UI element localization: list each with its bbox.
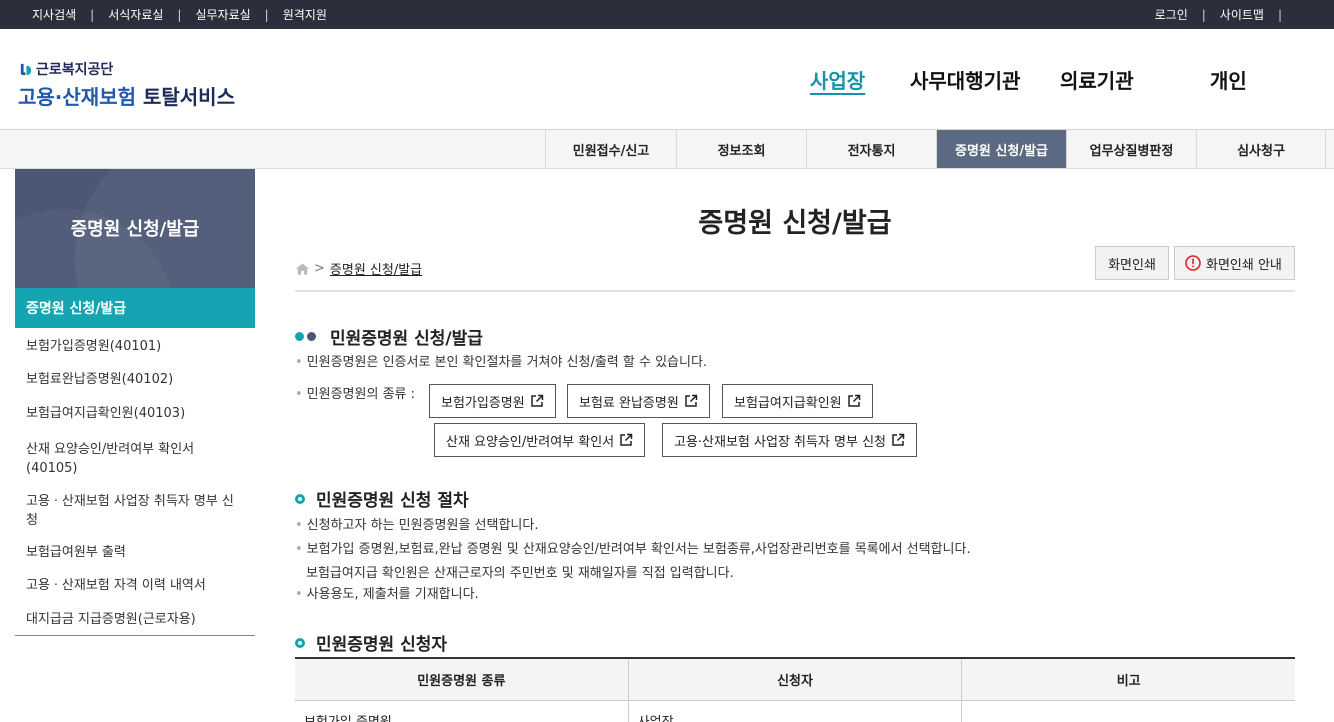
ring-bullet-icon — [295, 637, 305, 648]
lnb-item-qualification-history[interactable]: 고용ㆍ산재보험 자격 이력 내역서 — [15, 568, 255, 602]
btn-insurance-join-cert[interactable]: 보험가입증명원 — [429, 384, 556, 418]
btn-premium-paid-cert-label: 보험료 완납증명원 — [579, 395, 679, 411]
table-cell-applicant: 사업장 — [629, 701, 963, 722]
breadcrumb: > 증명원 신청/발급 — [295, 259, 422, 278]
section-title-procedure-text: 민원증명원 신청 절차 — [316, 491, 469, 511]
alert-circle-icon — [1185, 255, 1201, 271]
table-cell-cert-type: 보험가입 증명원 — [295, 701, 629, 722]
sub-menu-bar: 민원접수/신고 정보조회 전자통지 증명원 신청/발급 업무상질병판정 심사청구 — [0, 130, 1334, 169]
section-title-procedure: 민원증명원 신청 절차 — [295, 486, 469, 511]
btn-acquirer-register[interactable]: 고용·산재보험 사업장 취득자 명부 신청 — [662, 423, 918, 457]
tab-civil-report[interactable]: 민원접수/신고 — [545, 130, 676, 168]
tab-review-request[interactable]: 심사청구 — [1196, 130, 1326, 168]
section-title-request-text: 민원증명원 신청/발급 — [330, 329, 483, 349]
lnb-item-insurance-join[interactable]: 보험가입증명원(40101) — [15, 328, 255, 362]
external-link-icon — [620, 433, 633, 446]
table-header-row: 민원증명원 종류 신청자 비고 — [295, 659, 1295, 701]
service-name-dark: 토탈서비스 — [136, 85, 235, 109]
gnb-workplace[interactable]: 사업장 — [810, 65, 865, 94]
login-link[interactable]: 로그인 — [1155, 6, 1188, 23]
print-guide-button[interactable]: 화면인쇄 안내 — [1174, 246, 1295, 280]
section-title-request: 민원증명원 신청/발급 — [295, 324, 483, 349]
gnb-agency[interactable]: 사무대행기관 — [910, 65, 1020, 94]
gnb-medical[interactable]: 의료기관 — [1060, 65, 1134, 94]
content-divider — [295, 290, 1295, 292]
section-title-applicant: 민원증명원 신청자 — [295, 630, 447, 655]
practice-library-link[interactable]: 실무자료실 — [195, 6, 250, 23]
btn-benefit-confirm-cert-label: 보험급여지급확인원 — [734, 395, 842, 411]
lnb-item-substitute-payment[interactable]: 대지급금 지급증명원(근로자용) — [15, 602, 255, 635]
procedure-step-3: 사용용도, 제출처를 기재합니다. — [295, 585, 479, 605]
ring-bullet-icon — [295, 493, 305, 504]
service-name-blue: 고용·산재보험 — [18, 85, 136, 109]
external-link-icon — [530, 394, 543, 407]
procedure-step-2b: 보험급여지급 확인원은 산재근로자의 주민번호 및 재해일자를 직접 입력합니다… — [306, 566, 734, 581]
btn-premium-paid-cert[interactable]: 보험료 완납증명원 — [567, 384, 710, 418]
utility-bar: 지사검색 | 서식자료실 | 실무자료실 | 원격지원 로그인 | 사이트맵 | — [0, 0, 1334, 29]
cert-kinds-label: 민원증명원의 종류 : — [295, 385, 415, 405]
table-header-cert-type: 민원증명원 종류 — [295, 659, 629, 700]
external-link-icon — [892, 433, 905, 446]
lnb-item-benefit-confirm[interactable]: 보험급여지급확인원(40103) — [15, 396, 255, 430]
procedure-step-2a: 보험가입 증명원,보험료,완납 증명원 및 산재요양승인/반려여부 확인서는 보… — [295, 540, 971, 560]
lnb-list: 보험가입증명원(40101) 보험료완납증명원(40102) 보험급여지급확인원… — [15, 328, 255, 636]
gnb-individual[interactable]: 개인 — [1210, 65, 1247, 94]
home-icon[interactable] — [295, 262, 310, 276]
btn-acquirer-register-label: 고용·산재보험 사업장 취득자 명부 신청 — [674, 434, 887, 450]
site-header: 근로복지공단 고용·산재보험 토탈서비스 사업장 사무대행기관 의료기관 개인 — [0, 29, 1334, 130]
breadcrumb-current[interactable]: 증명원 신청/발급 — [330, 259, 422, 278]
org-name: 근로복지공단 — [36, 62, 114, 78]
external-link-icon — [685, 394, 698, 407]
table-header-applicant: 신청자 — [629, 659, 963, 700]
branch-search-link[interactable]: 지사검색 — [32, 6, 76, 23]
btn-benefit-confirm-cert[interactable]: 보험급여지급확인원 — [722, 384, 873, 418]
print-button[interactable]: 화면인쇄 — [1095, 246, 1169, 280]
print-guide-label: 화면인쇄 안내 — [1206, 257, 1282, 273]
lnb-item-premium-paid[interactable]: 보험료완납증명원(40102) — [15, 362, 255, 396]
lnb-item-care-approval[interactable]: 산재 요양승인/반려여부 확인서(40105) — [15, 430, 255, 482]
tab-certificate[interactable]: 증명원 신청/발급 — [936, 130, 1066, 168]
kcomwel-logo-icon — [20, 63, 32, 75]
tab-info-lookup[interactable]: 정보조회 — [676, 130, 806, 168]
site-logo[interactable]: 근로복지공단 고용·산재보험 토탈서비스 — [18, 59, 235, 110]
request-desc: 민원증명원은 인증서로 본인 확인절차를 거쳐야 신청/출력 할 수 있습니다. — [295, 353, 707, 373]
remote-support-link[interactable]: 원격지원 — [283, 6, 327, 23]
sitemap-link[interactable]: 사이트맵 — [1220, 6, 1264, 23]
page-title: 증명원 신청/발급 — [698, 208, 892, 239]
table-row: 보험가입 증명원 사업장 — [295, 701, 1295, 722]
forms-library-link[interactable]: 서식자료실 — [108, 6, 163, 23]
table-cell-note — [962, 701, 1295, 722]
lnb-item-active[interactable]: 증명원 신청/발급 — [15, 288, 255, 328]
btn-care-approval-cert-label: 산재 요양승인/반려여부 확인서 — [446, 434, 615, 450]
applicant-table: 민원증명원 종류 신청자 비고 보험가입 증명원 사업장 — [295, 657, 1295, 722]
btn-care-approval-cert[interactable]: 산재 요양승인/반려여부 확인서 — [434, 423, 646, 457]
table-header-note: 비고 — [1116, 674, 1141, 689]
lnb-item-benefit-ledger[interactable]: 보험급여원부 출력 — [15, 533, 255, 568]
tab-disease-judgment[interactable]: 업무상질병판정 — [1066, 130, 1196, 168]
section-title-applicant-text: 민원증명원 신청자 — [316, 635, 448, 655]
chevron-right-icon: > — [314, 261, 325, 276]
external-link-icon — [847, 394, 860, 407]
btn-insurance-join-cert-label: 보험가입증명원 — [441, 395, 525, 411]
procedure-step-1: 신청하고자 하는 민원증명원을 선택합니다. — [295, 516, 539, 536]
double-dot-icon — [295, 332, 319, 341]
tab-e-notice[interactable]: 전자통지 — [806, 130, 936, 168]
lnb-header: 증명원 신청/발급 — [15, 169, 255, 288]
lnb-title: 증명원 신청/발급 — [70, 219, 200, 240]
lnb-item-acquirer-register[interactable]: 고용ㆍ산재보험 사업장 취득자 명부 신청 — [15, 482, 255, 533]
